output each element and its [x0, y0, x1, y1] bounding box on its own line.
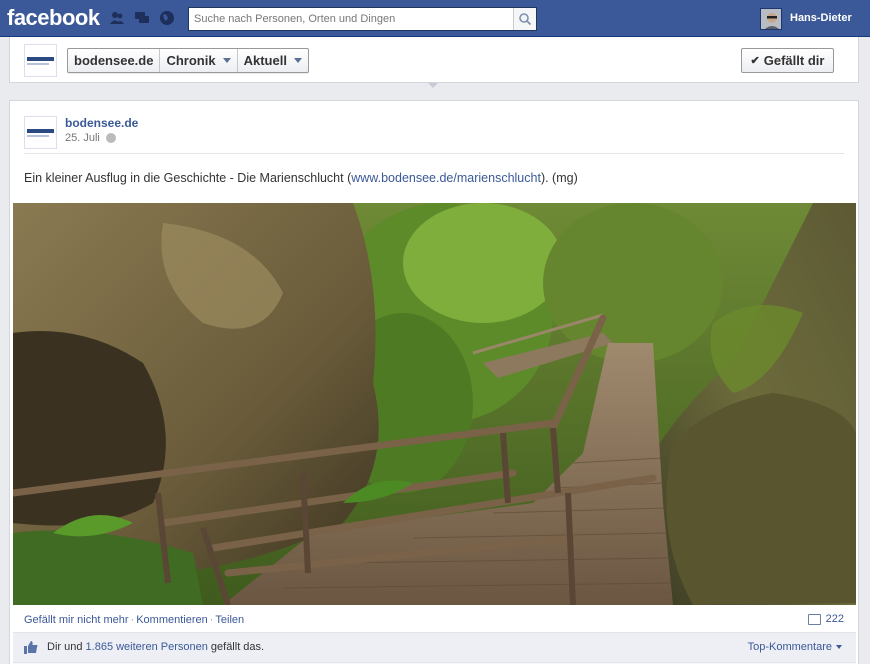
- aktuell-dropdown[interactable]: Aktuell: [238, 49, 308, 72]
- messages-icon[interactable]: [134, 10, 150, 26]
- facebook-logo[interactable]: facebook: [7, 5, 100, 31]
- search-icon: [519, 13, 532, 26]
- bodensee-logo-icon: [25, 45, 56, 76]
- post-date: 25. Juli: [65, 132, 116, 144]
- avatar: [760, 8, 782, 30]
- page-name-link[interactable]: bodensee.de: [68, 49, 161, 72]
- comment-link[interactable]: Kommentieren: [136, 614, 208, 626]
- top-comments-dropdown[interactable]: Top-Kommentare: [748, 641, 842, 653]
- bodensee-logo-icon: [25, 117, 56, 148]
- page-like-label: Gefällt dir: [763, 53, 825, 68]
- gorge-boardwalk-image: [13, 203, 856, 605]
- friend-requests-icon[interactable]: [109, 10, 125, 26]
- likes-suffix: gefällt das.: [207, 641, 265, 653]
- checkmark-icon: ✔: [750, 55, 760, 67]
- public-globe-icon: [105, 133, 116, 143]
- chevron-down-icon: [836, 645, 842, 649]
- divider: [24, 153, 844, 154]
- search-button[interactable]: [513, 8, 536, 30]
- unlike-link[interactable]: Gefällt mir nicht mehr: [24, 614, 129, 626]
- thumbs-up-icon: [24, 641, 38, 654]
- share-link[interactable]: Teilen: [215, 614, 244, 626]
- page-name-label: bodensee.de: [74, 53, 154, 68]
- chronik-dropdown[interactable]: Chronik: [160, 49, 238, 72]
- likes-text: Dir und 1.865 weiteren Personen gefällt …: [47, 641, 264, 653]
- search-input[interactable]: [189, 8, 514, 30]
- comment-count-link[interactable]: 222: [807, 613, 844, 625]
- likers-link[interactable]: 1.865 weiteren Personen: [86, 641, 208, 653]
- user-name: Hans-Dieter: [790, 12, 852, 24]
- chevron-down-icon: [222, 58, 231, 63]
- post-author-avatar[interactable]: [24, 116, 57, 149]
- timeline-pointer: [428, 83, 438, 88]
- post-photo[interactable]: [13, 203, 856, 605]
- post-message: Ein kleiner Ausflug in die Geschichte - …: [24, 171, 578, 185]
- aktuell-label: Aktuell: [243, 53, 287, 68]
- page-header: bodensee.de Chronik Aktuell ✔ Gefällt di…: [9, 37, 859, 83]
- post-author-name[interactable]: bodensee.de: [65, 116, 138, 130]
- comment-count: 222: [825, 613, 844, 625]
- top-navigation-bar: facebook Hans-Dieter: [0, 0, 870, 37]
- post-text-before: Ein kleiner Ausflug in die Geschichte - …: [24, 171, 352, 185]
- separator-dot: ·: [130, 614, 135, 626]
- likes-prefix: Dir und: [47, 641, 86, 653]
- page-logo[interactable]: [24, 44, 57, 77]
- post-card: bodensee.de 25. Juli Ein kleiner Ausflug…: [9, 100, 859, 664]
- post-actions: Gefällt mir nicht mehr · Kommentieren · Teil…: [24, 614, 244, 626]
- likes-summary-bar: Dir und 1.865 weiteren Personen gefällt …: [13, 632, 856, 662]
- chevron-down-icon: [293, 58, 302, 63]
- top-comments-label: Top-Kommentare: [747, 641, 832, 653]
- page-like-button[interactable]: ✔ Gefällt dir: [741, 48, 834, 73]
- separator-dot: ·: [209, 614, 214, 626]
- post-text-after: ). (mg): [540, 171, 578, 185]
- notifications-globe-icon[interactable]: [159, 10, 175, 26]
- post-date-link[interactable]: 25. Juli: [65, 132, 100, 144]
- search-box: [188, 7, 537, 31]
- post-link[interactable]: www.bodensee.de/marienschlucht: [351, 171, 541, 185]
- page-nav-group: bodensee.de Chronik Aktuell: [67, 48, 309, 73]
- comment-bubble-icon: [807, 613, 821, 625]
- chronik-label: Chronik: [166, 53, 216, 68]
